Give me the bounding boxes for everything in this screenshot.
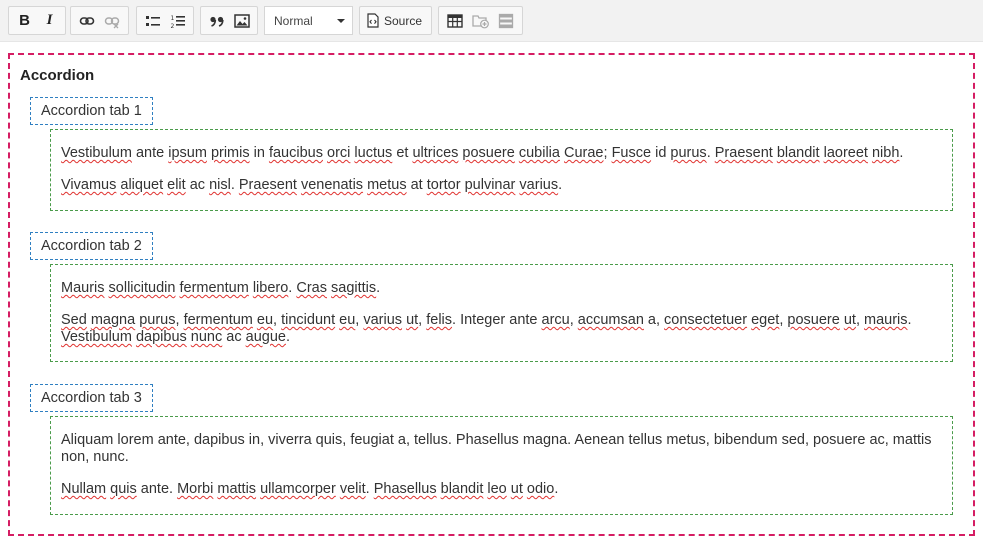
numbered-list-button[interactable]: 1 2 xyxy=(165,9,190,33)
accordion-panel-3[interactable]: Aliquam lorem ante, dapibus in, viverra … xyxy=(50,416,953,515)
panel-3-paragraph-1: Aliquam lorem ante, dapibus in, viverra … xyxy=(61,432,932,465)
accordion-tab-1[interactable]: Accordion tab 1 xyxy=(30,97,153,125)
italic-button[interactable]: I xyxy=(37,9,62,33)
bulleted-list-icon xyxy=(145,15,160,26)
chevron-down-icon xyxy=(337,19,345,23)
image-icon xyxy=(233,13,250,28)
unlink-button[interactable] xyxy=(100,9,126,33)
panel-3-paragraph-2: Nullam quis ante. Morbi mattis ullamcorp… xyxy=(61,481,559,497)
basic-styles-group: B I xyxy=(8,6,66,35)
table-button[interactable] xyxy=(442,9,468,33)
panel-2-paragraph-1: Mauris sollicitudin fermentum libero. Cr… xyxy=(61,280,381,296)
panel-1-paragraph-1: Vestibulum ante ipsum primis in faucibus… xyxy=(61,145,904,161)
panel-1-paragraph-2: Vivamus aliquet elit ac nisl. Praesent v… xyxy=(61,177,563,193)
editor-content-area[interactable]: Accordion Accordion tab 1 Vestibulum ant… xyxy=(8,53,975,536)
bulleted-list-button[interactable] xyxy=(140,9,165,33)
accordion-button[interactable] xyxy=(493,9,519,33)
accordion-tab-3[interactable]: Accordion tab 3 xyxy=(30,384,153,412)
accordion-title: Accordion xyxy=(20,67,95,84)
svg-text:2: 2 xyxy=(170,23,174,29)
panel-2-paragraph-2: Sed magna purus, fermentum eu, tincidunt… xyxy=(61,312,912,345)
bold-icon: B xyxy=(19,12,30,29)
source-label: Source xyxy=(384,13,423,28)
bold-button[interactable]: B xyxy=(12,9,37,33)
blockquote-button[interactable] xyxy=(204,9,229,33)
insert-group xyxy=(438,6,523,35)
insert-accordion-tab-button[interactable] xyxy=(468,9,494,33)
insert-accordion-tab-icon xyxy=(471,14,489,28)
lists-group: 1 2 xyxy=(136,6,194,35)
svg-text:1: 1 xyxy=(170,15,174,22)
source-button[interactable]: Source xyxy=(359,6,432,35)
blockquote-icon xyxy=(209,16,224,27)
accordion-icon xyxy=(499,13,514,28)
accordion-panel-2[interactable]: Mauris sollicitudin fermentum libero. Cr… xyxy=(50,264,953,362)
blocks-group xyxy=(200,6,258,35)
link-icon xyxy=(79,16,95,25)
numbered-list-icon: 1 2 xyxy=(170,15,185,29)
format-dropdown-value: Normal xyxy=(274,13,313,28)
source-icon xyxy=(367,13,379,28)
italic-icon: I xyxy=(46,12,53,28)
table-icon xyxy=(447,13,463,28)
image-button[interactable] xyxy=(229,9,254,33)
format-dropdown[interactable]: Normal xyxy=(264,6,353,35)
unlink-icon xyxy=(105,16,120,28)
link-button[interactable] xyxy=(74,9,100,33)
links-group xyxy=(70,6,129,35)
accordion-tab-2[interactable]: Accordion tab 2 xyxy=(30,232,153,260)
accordion-panel-1[interactable]: Vestibulum ante ipsum primis in faucibus… xyxy=(50,129,953,211)
editor-toolbar: B I 1 2 Normal Source xyxy=(0,0,983,42)
